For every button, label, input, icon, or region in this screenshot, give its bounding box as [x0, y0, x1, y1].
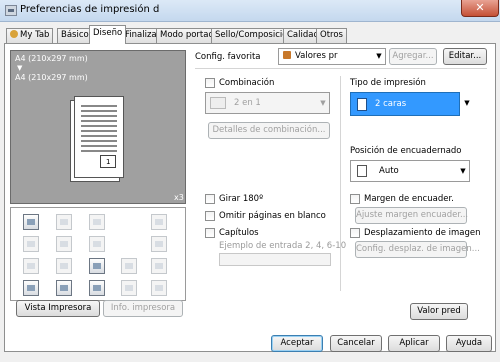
- skip-blank-label: Omitir páginas en blanco: [219, 211, 326, 221]
- copies-count: x3: [174, 193, 184, 202]
- add-favorite-button[interactable]: Agregar...: [389, 48, 437, 65]
- chapters-input[interactable]: [219, 253, 331, 266]
- watermark-icon[interactable]: [56, 258, 72, 274]
- 2in1-icon: [210, 97, 226, 109]
- divider: [195, 68, 487, 69]
- edit-favorite-button[interactable]: Editar...: [443, 48, 487, 65]
- text-line: [81, 120, 117, 122]
- printer-info-button[interactable]: Info. impresora: [103, 300, 183, 317]
- text-line: [81, 125, 117, 127]
- user-icon[interactable]: [56, 280, 72, 296]
- user-icon: [10, 30, 18, 38]
- combination-label: Combinación: [219, 78, 275, 88]
- help-button[interactable]: Ayuda: [446, 335, 492, 352]
- image-shift-label: Desplazamiento de imagen: [364, 228, 481, 238]
- binding-position-label: Posición de encuadernado: [350, 146, 462, 156]
- text-line: [81, 130, 117, 132]
- chevron-down-icon: ▼: [376, 52, 382, 60]
- tab-basico[interactable]: Básico: [57, 28, 93, 43]
- paper-preview-page: 1: [74, 96, 124, 178]
- hole-icon[interactable]: [89, 214, 105, 230]
- chevron-down-icon: ▼: [320, 99, 326, 107]
- image-shift-button[interactable]: Config. desplaz. de imagen...: [355, 241, 480, 258]
- print-type-label: Tipo de impresión: [350, 78, 426, 88]
- margin-checkbox[interactable]: [350, 194, 360, 204]
- copy-icon[interactable]: [23, 236, 39, 252]
- printer-settings-icon[interactable]: [151, 280, 167, 296]
- page-number-box: 1: [100, 155, 116, 168]
- title-bar: Preferencias de impresión d ✕: [0, 0, 500, 22]
- window-title: Preferencias de impresión d: [20, 4, 160, 15]
- chevron-down-icon: ▼: [460, 167, 466, 175]
- tray-icon[interactable]: [151, 258, 167, 274]
- default-values-button[interactable]: Valor pred: [410, 303, 468, 320]
- fold-icon[interactable]: [151, 236, 167, 252]
- margin-label: Margen de encuader.: [364, 194, 454, 204]
- close-button[interactable]: ✕: [461, 0, 499, 17]
- function-icon-grid: [10, 207, 186, 301]
- chapters-example-label: Ejemplo de entrada 2, 4, 6-10: [219, 241, 347, 251]
- chevron-down-icon[interactable]: ▼: [461, 96, 473, 111]
- calculator-icon[interactable]: [23, 280, 39, 296]
- cancel-button[interactable]: Cancelar: [330, 335, 382, 352]
- printer-view-button[interactable]: Vista Impresora: [16, 300, 100, 317]
- combination-select[interactable]: 2 en 1 ▼: [205, 92, 330, 114]
- arrow-down-icon: ▼: [17, 64, 23, 72]
- tab-diseno[interactable]: Diseño: [89, 25, 127, 44]
- text-line: [81, 140, 117, 142]
- duplex-icon[interactable]: [89, 236, 105, 252]
- combination-checkbox[interactable]: [205, 78, 215, 88]
- ok-button[interactable]: Aceptar: [271, 335, 323, 352]
- stamp-icon[interactable]: [23, 258, 39, 274]
- booklet-icon[interactable]: [151, 214, 167, 230]
- rotate-label: Girar 180º: [219, 194, 264, 204]
- text-line: [81, 150, 117, 152]
- tab-otros[interactable]: Otros: [316, 28, 347, 43]
- page-number: 1: [106, 158, 111, 166]
- text-line: [81, 145, 117, 147]
- skip-blank-checkbox[interactable]: [205, 211, 215, 221]
- overlay-icon[interactable]: [89, 258, 105, 274]
- rotate-checkbox[interactable]: [205, 194, 215, 204]
- tab-my-tab[interactable]: My Tab: [6, 28, 54, 43]
- text-line: [81, 115, 117, 117]
- combine-icon[interactable]: [23, 214, 39, 230]
- favorite-label: Config. favorita: [195, 52, 261, 62]
- binding-page-icon: [357, 165, 367, 177]
- chapters-label: Capítulos: [219, 228, 259, 238]
- paper-size-output: A4 (210x297 mm): [15, 73, 88, 82]
- image-shift-checkbox[interactable]: [350, 228, 360, 238]
- favorite-icon: [283, 51, 291, 59]
- staple-icon[interactable]: [56, 214, 72, 230]
- apply-button[interactable]: Aplicar: [388, 335, 440, 352]
- text-line: [81, 105, 117, 107]
- text-line: [81, 135, 117, 137]
- favorite-select[interactable]: Valores pr ▼: [278, 48, 386, 65]
- settings-icon[interactable]: [121, 280, 137, 296]
- binding-position-select[interactable]: Auto ▼: [350, 160, 470, 182]
- combination-details-button[interactable]: Detalles de combinación...: [208, 122, 330, 139]
- printer-icon: [5, 5, 17, 16]
- paper-size-original: A4 (210x297 mm): [15, 54, 88, 63]
- header-icon[interactable]: [121, 258, 137, 274]
- column-divider: [340, 76, 341, 291]
- page-icon[interactable]: [56, 236, 72, 252]
- chapters-checkbox[interactable]: [205, 228, 215, 238]
- text-line: [81, 110, 117, 112]
- account-icon[interactable]: [89, 280, 105, 296]
- duplex-page-icon: [357, 98, 367, 111]
- print-type-select[interactable]: 2 caras: [350, 92, 460, 116]
- margin-adjust-button[interactable]: Ajuste margen encuader...: [355, 207, 468, 224]
